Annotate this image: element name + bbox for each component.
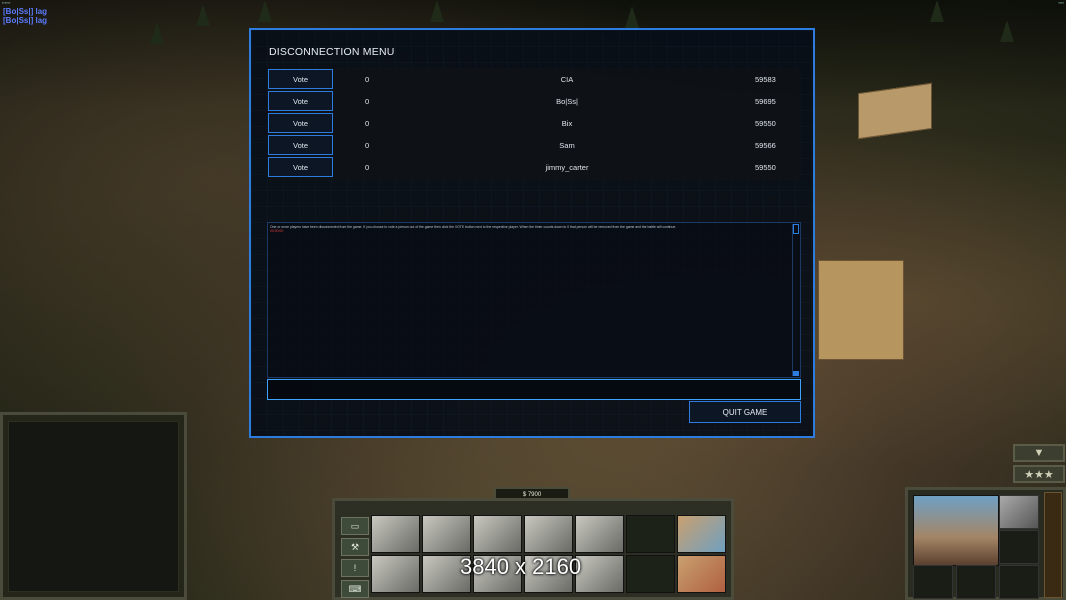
unit-ability-slot[interactable] (913, 565, 953, 599)
alert-button[interactable]: ! (341, 559, 369, 577)
tree-decor (258, 0, 272, 22)
upgrade-slot[interactable] (677, 515, 726, 553)
message-log[interactable]: One or more players have been disconnect… (267, 222, 801, 378)
player-row: Vote 0 Bix 59550 (267, 113, 801, 134)
player-row: Vote 0 jimmy_carter 59550 (267, 157, 801, 178)
build-slot[interactable] (371, 515, 420, 553)
resolution-overlay: 3840 x 2160 (460, 554, 582, 579)
player-ping: 59550 (755, 119, 776, 128)
player-ping: 59583 (755, 75, 776, 84)
vote-button[interactable]: Vote (268, 69, 333, 89)
vote-button[interactable]: Vote (268, 91, 333, 111)
unit-ability-slot[interactable] (956, 565, 996, 599)
radar-screen[interactable] (8, 421, 179, 592)
player-name: Bix (561, 119, 573, 128)
command-bar: ▭ ⚒ ! ⌨ (332, 498, 734, 600)
vote-count: 0 (365, 141, 370, 150)
lag-message: [Bo|Ss|] lag (3, 7, 48, 16)
unit-portrait (913, 495, 999, 566)
unit-ability-slot[interactable] (999, 530, 1039, 564)
vote-button[interactable]: Vote (268, 113, 333, 133)
vote-button[interactable]: Vote (268, 135, 333, 155)
build-slot[interactable] (575, 555, 624, 593)
vote-count: 0 (365, 97, 370, 106)
dialog-title: DISCONNECTION MENU (269, 46, 395, 58)
repair-button[interactable]: ⚒ (341, 538, 369, 556)
unit-ability-slot[interactable] (999, 565, 1039, 599)
player-row: Vote 0 Sam 59566 (267, 135, 801, 156)
chat-input[interactable] (267, 379, 801, 400)
build-slot[interactable] (575, 515, 624, 553)
options-button[interactable]: ▭ (341, 517, 369, 535)
build-slot[interactable] (371, 555, 420, 593)
tree-decor (1000, 20, 1014, 42)
message-scrollbar[interactable] (792, 224, 799, 376)
vote-count: 0 (365, 75, 370, 84)
player-ping: 59566 (755, 141, 776, 150)
top-right-stats: ▪▪▪▪ (1058, 0, 1064, 5)
rank-progress-strip (1044, 492, 1062, 598)
scroll-down-arrow-icon[interactable] (793, 371, 799, 376)
upgrade-slot[interactable] (677, 555, 726, 593)
vote-count: 0 (365, 163, 370, 172)
barracks-building[interactable] (818, 260, 904, 360)
countdown-timer: 00:00:00 (270, 229, 284, 233)
vote-button[interactable]: Vote (268, 157, 333, 177)
vote-count: 0 (365, 119, 370, 128)
build-slot[interactable] (473, 515, 522, 553)
tree-decor (625, 6, 639, 28)
build-slot[interactable] (524, 515, 573, 553)
unit-panel (905, 487, 1066, 600)
build-slot-empty (626, 515, 675, 553)
radar-minimap[interactable] (0, 412, 187, 600)
unit-ability-slot[interactable] (999, 495, 1039, 529)
player-ping: 59695 (755, 97, 776, 106)
build-slot-empty (626, 555, 675, 593)
tree-decor (150, 22, 164, 44)
disconnect-message: One or more players have been disconnect… (270, 225, 677, 229)
lag-message: [Bo|Ss|] lag (3, 16, 48, 25)
quit-game-button[interactable]: QUIT GAME (689, 401, 801, 423)
disconnection-dialog: DISCONNECTION MENU Vote 0 CIA 59583 Vote… (249, 28, 815, 438)
scroll-thumb[interactable] (793, 224, 799, 234)
tree-decor (430, 0, 444, 22)
build-slot[interactable] (422, 515, 471, 553)
player-name: jimmy_carter (545, 163, 589, 172)
player-table: Vote 0 CIA 59583 Vote 0 Bo|Ss| 59695 Vot… (267, 68, 801, 180)
player-row: Vote 0 CIA 59583 (267, 69, 801, 90)
message-text: One or more players have been disconnect… (270, 225, 788, 233)
tree-decor (930, 0, 944, 22)
chat-button[interactable]: ⌨ (341, 580, 369, 598)
collapse-arrow-icon[interactable]: ▼ (1013, 444, 1065, 462)
player-name: CIA (560, 75, 574, 84)
general-rank-stars-icon[interactable]: ★★★ (1013, 465, 1065, 483)
player-row: Vote 0 Bo|Ss| 59695 (267, 91, 801, 112)
player-name: Bo|Ss| (556, 97, 578, 106)
player-name: Sam (559, 141, 575, 150)
player-ping: 59550 (755, 163, 776, 172)
top-left-stats: ▪▪▪▪▪▪ (2, 0, 11, 5)
tree-decor (196, 4, 210, 26)
